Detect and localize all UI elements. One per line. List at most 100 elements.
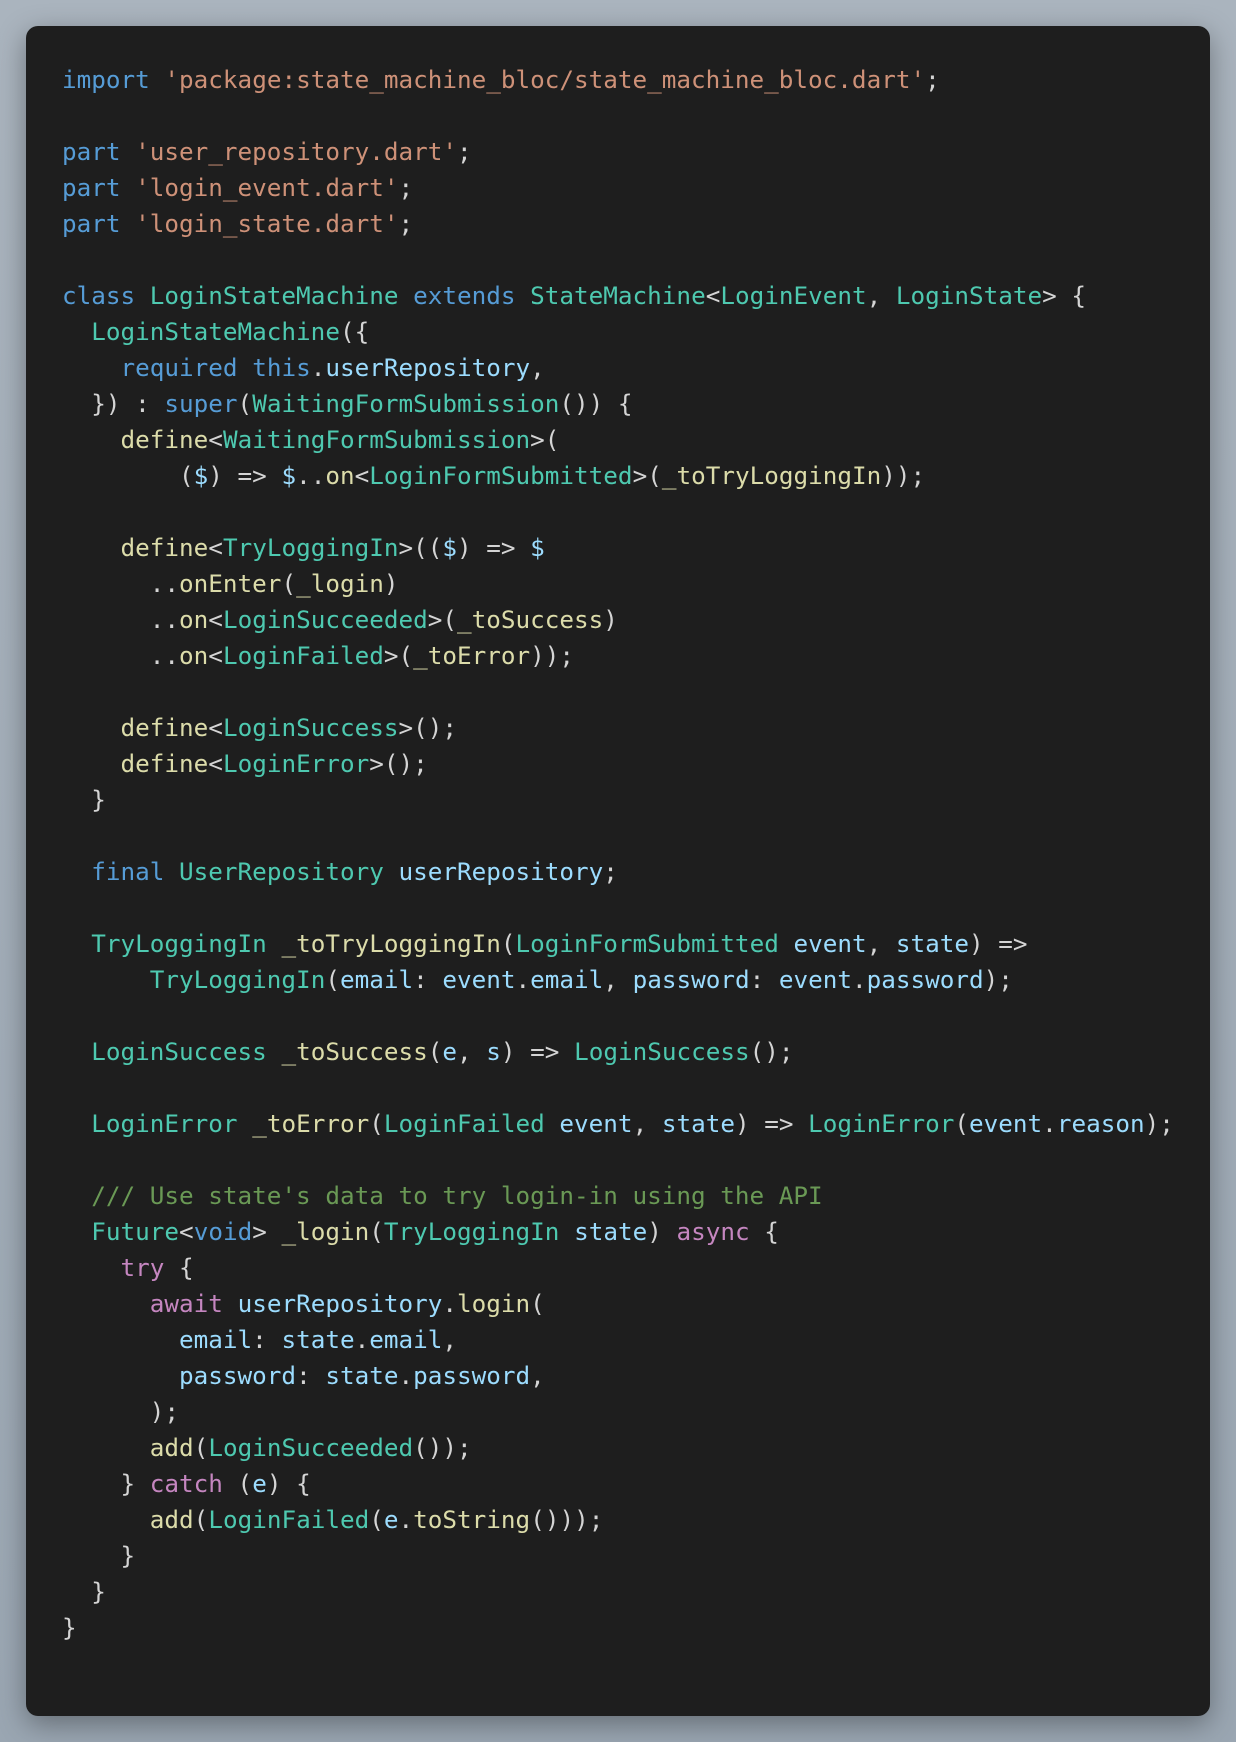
code-token: ( (530, 1289, 545, 1318)
code-line: email: state.email, (62, 1322, 1174, 1358)
code-token: Future (91, 1217, 180, 1246)
code-token: super (164, 389, 238, 418)
code-token: (); (749, 1037, 794, 1066)
code-token: add (149, 1433, 194, 1462)
code-token: < (179, 1217, 194, 1246)
code-token: >( (632, 461, 662, 490)
code-token: : (749, 965, 779, 994)
code-token: ; (398, 209, 414, 238)
code-token: password (866, 965, 984, 994)
code-token: LoginFormSubmitted (515, 929, 779, 958)
code-line: ($) => $..on<LoginFormSubmitted>(_toTryL… (62, 458, 1174, 494)
code-line: add(LoginSucceeded()); (62, 1430, 1174, 1466)
code-token: LoginFailed (222, 641, 384, 670)
code-token: ; (398, 173, 414, 202)
code-token: _login (296, 569, 384, 598)
code-line: ..onEnter(_login) (62, 566, 1174, 602)
code-token: . (354, 1325, 370, 1354)
code-line: } (62, 1574, 1174, 1610)
code-token: LoginState (895, 281, 1043, 310)
code-token: WaitingFormSubmission (222, 425, 531, 454)
code-token: $ (442, 533, 458, 562)
code-token: _login (281, 1217, 370, 1246)
code-line: LoginError _toError(LoginFailed event, s… (62, 1106, 1174, 1142)
code-token: < (208, 749, 223, 778)
code-line: } (62, 1610, 1174, 1646)
code-token: define (120, 425, 209, 454)
code-token: import (62, 65, 150, 94)
code-token: password (413, 1361, 531, 1390)
code-token: define (120, 713, 209, 742)
code-token: ) { (266, 1469, 311, 1498)
code-line: define<LoginError>(); (62, 746, 1174, 782)
code-token: ) => (500, 1037, 575, 1066)
code-line: part 'user_repository.dart'; (62, 134, 1174, 170)
code-token: ; (456, 137, 472, 166)
code-token: ( (427, 1037, 443, 1066)
code-token: ( (193, 1505, 209, 1534)
code-token: password (632, 965, 750, 994)
code-token: 'user_repository.dart' (135, 137, 457, 166)
code-token: ) (383, 569, 399, 598)
code-token: _toTryLoggingIn (661, 461, 882, 490)
code-token: ( (237, 389, 253, 418)
code-token: LoginFormSubmitted (369, 461, 633, 490)
code-token: event (969, 1109, 1043, 1138)
code-line: part 'login_state.dart'; (62, 206, 1174, 242)
code-token: email (339, 965, 414, 994)
code-token: LoginSucceeded (208, 1433, 414, 1462)
code-token: $ (281, 461, 297, 490)
code-token: ; (925, 65, 940, 94)
code-token: , (530, 1361, 545, 1390)
code-token: async (676, 1217, 750, 1246)
code-token: LoginError (91, 1109, 238, 1138)
code-line: define<WaitingFormSubmission>( (62, 422, 1174, 458)
code-token: < (208, 425, 223, 454)
code-token: onEnter (179, 569, 282, 598)
code-token: LoginSuccess (91, 1037, 267, 1066)
code-token: )); (530, 641, 575, 670)
code-line: define<LoginSuccess>(); (62, 710, 1174, 746)
code-token: >( (383, 641, 414, 670)
code-line: TryLoggingIn _toTryLoggingIn(LoginFormSu… (62, 926, 1174, 962)
code-token: ( (325, 965, 340, 994)
code-token: part (62, 173, 121, 202)
code-token: , (632, 1109, 662, 1138)
code-line: } (62, 782, 1174, 818)
code-token: e (252, 1469, 267, 1498)
code-line: }) : super(WaitingFormSubmission()) { (62, 386, 1174, 422)
code-token: login (457, 1289, 531, 1318)
code-token: , (866, 281, 896, 310)
code-token: .. (296, 461, 326, 490)
code-token: < (208, 641, 223, 670)
code-token: userRepository (237, 1289, 443, 1318)
code-token: email (530, 965, 604, 994)
code-line: class LoginStateMachine extends StateMac… (62, 278, 1174, 314)
code-token: : (252, 1325, 282, 1354)
code-line: await userRepository.login( (62, 1286, 1174, 1322)
code-token: { (164, 1253, 194, 1282)
code-token: WaitingFormSubmission (252, 389, 560, 418)
code-token: > (252, 1217, 282, 1246)
